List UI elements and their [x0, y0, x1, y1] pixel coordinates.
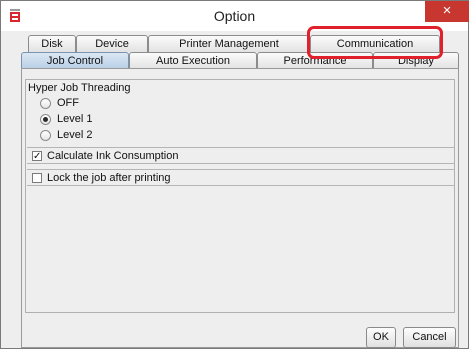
tab-auto-execution[interactable]: Auto Execution: [129, 52, 257, 69]
radio-level-1-button[interactable]: [40, 114, 51, 125]
settings-area: Hyper Job Threading OFF Level 1 Level 2 …: [25, 79, 455, 313]
radio-off-label: OFF: [57, 97, 79, 109]
ok-button[interactable]: OK: [366, 327, 396, 348]
radio-off-button[interactable]: [40, 98, 51, 109]
tab-device[interactable]: Device: [76, 35, 148, 52]
lock-job-checkbox[interactable]: [32, 173, 42, 183]
cancel-button[interactable]: Cancel: [403, 327, 456, 348]
option-dialog: Option × Disk Device Printer Management …: [0, 0, 469, 349]
tab-job-control[interactable]: Job Control: [21, 52, 129, 69]
calculate-ink-row[interactable]: ✓ Calculate Ink Consumption: [27, 147, 455, 164]
calculate-ink-checkbox[interactable]: ✓: [32, 151, 42, 162]
radio-level-1-label: Level 1: [57, 113, 93, 125]
job-control-panel: Hyper Job Threading OFF Level 1 Level 2 …: [21, 68, 459, 348]
hyper-job-threading-title: Hyper Job Threading: [28, 82, 131, 94]
tab-disk[interactable]: Disk: [28, 35, 76, 52]
close-button[interactable]: ×: [425, 1, 469, 22]
radio-level-2-label: Level 2: [57, 129, 93, 141]
close-icon: ×: [442, 2, 452, 19]
window-title: Option: [213, 8, 256, 24]
calculate-ink-label: Calculate Ink Consumption: [47, 150, 179, 162]
radio-level-2-button[interactable]: [40, 130, 51, 141]
lock-job-row[interactable]: Lock the job after printing: [27, 169, 455, 186]
lock-job-label: Lock the job after printing: [47, 172, 171, 184]
communication-tab-highlight: [307, 26, 443, 59]
tab-printer-management[interactable]: Printer Management: [148, 35, 310, 52]
